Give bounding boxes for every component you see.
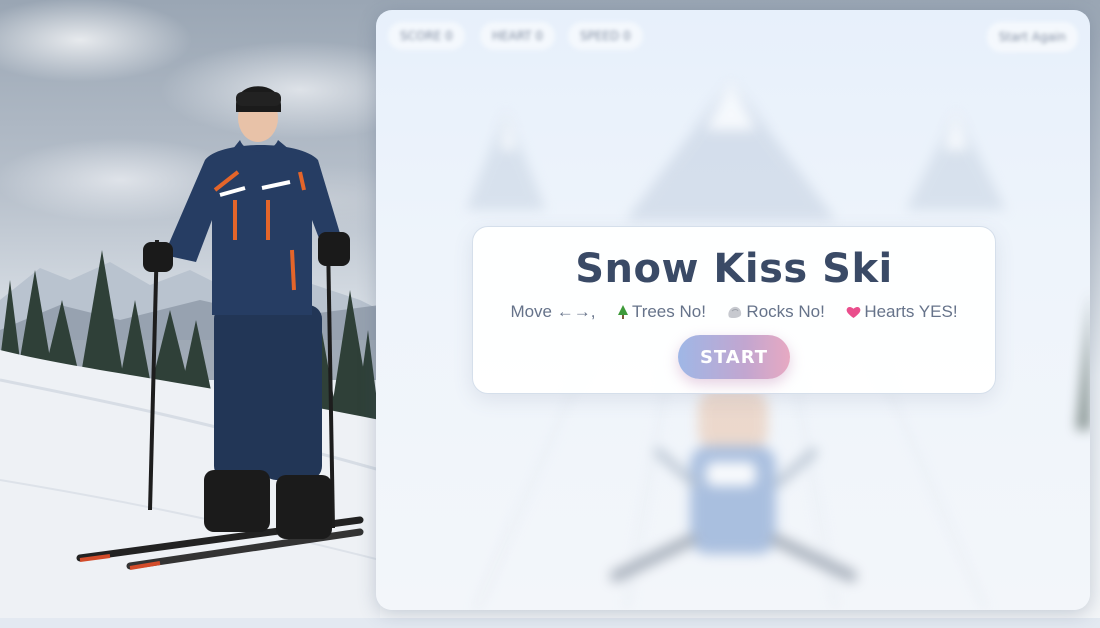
start-button[interactable]: START (678, 335, 790, 379)
start-overlay: Snow Kiss Ski Move ←→, Trees No! Rocks N… (472, 226, 996, 394)
score-pill: SCORE 0 (388, 22, 465, 50)
game-card[interactable]: SCORE 0 HEART 0 SPEED 0 Start Again Snow… (376, 10, 1090, 610)
speed-pill: SPEED 0 (568, 22, 643, 50)
rocks-instruction: Rocks No! (746, 302, 825, 321)
move-instruction: Move ←→, (510, 302, 596, 321)
trees-instruction: Trees No! (631, 302, 706, 321)
ski-scene-illustration (0, 86, 380, 628)
bottom-strip (0, 618, 1100, 628)
player-skier (610, 390, 857, 582)
goggles (236, 92, 281, 106)
hud-bar: SCORE 0 HEART 0 SPEED 0 Start Again (388, 22, 1078, 52)
hearts-instruction: Hearts YES! (864, 302, 958, 321)
left-glove (143, 242, 173, 272)
restart-button[interactable]: Start Again (986, 22, 1078, 52)
rock-icon (728, 306, 742, 319)
game-title: Snow Kiss Ski (575, 246, 893, 292)
heart-icon (846, 306, 861, 318)
right-glove (318, 232, 350, 266)
instructions: Move ←→, Trees No! Rocks No! Hearts YES! (473, 301, 995, 323)
hearts-pill: HEART 0 (480, 22, 556, 50)
skier-pants (214, 305, 322, 480)
tree-icon (617, 305, 628, 319)
